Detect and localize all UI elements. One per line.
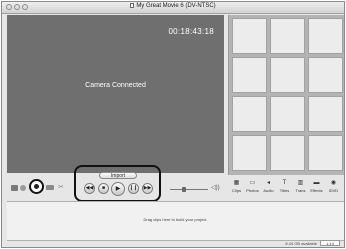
import-button[interactable]: Import	[99, 172, 137, 179]
transitions-button[interactable]: ▥ Trans	[293, 178, 308, 197]
camera-icon	[34, 184, 39, 189]
effects-button[interactable]: ▬ Effects	[309, 178, 324, 197]
clip-slot[interactable]	[270, 57, 305, 93]
clip-slot[interactable]	[232, 57, 267, 93]
clip-slot[interactable]	[232, 18, 267, 54]
clip-slot[interactable]	[232, 135, 267, 171]
volume-slider[interactable]	[170, 189, 208, 190]
imovie-window: My Great Movie 6 (DV-NTSC) 00:18:43:18 C…	[1, 1, 345, 248]
clip-slot[interactable]	[270, 96, 305, 132]
clip-slot[interactable]	[308, 18, 343, 54]
titles-button[interactable]: T Titles	[277, 178, 292, 197]
timecode-display: 00:18:43:18	[168, 27, 214, 36]
status-bar: 8.44 GB available 1:14	[2, 240, 344, 247]
volume-knob[interactable]	[182, 187, 186, 192]
transport-controls: ◀◀ ■ ▶ ❙❙ ▶▶	[82, 182, 154, 197]
rewind-button[interactable]: ◀◀	[84, 183, 95, 194]
clips-button[interactable]: ▦ Clips	[229, 178, 244, 197]
control-bar: ✂ Import ◀◀ ■ ▶ ❙❙ ▶▶ ◁))	[7, 165, 224, 202]
clip-slot[interactable]	[308, 57, 343, 93]
effects-icon: ▬	[313, 180, 320, 186]
total-time: 1:14	[320, 240, 340, 246]
title-bar: My Great Movie 6 (DV-NTSC)	[2, 2, 344, 14]
clip-viewer[interactable]: Drag clips here to build your project.	[7, 201, 344, 241]
idvd-button[interactable]: ◉ iDVD	[326, 178, 341, 197]
clips-icon: ▦	[233, 180, 240, 186]
camera-mode-switch[interactable]	[29, 179, 44, 194]
speaker-icon: ◁))	[211, 185, 220, 191]
timeline-hint: Drag clips here to build your project.	[143, 217, 208, 222]
play-button[interactable]: ▶	[111, 182, 125, 196]
disk-space-label: 8.44 GB available	[285, 241, 317, 246]
fast-forward-button[interactable]: ▶▶	[142, 183, 153, 194]
scissors-icon: ✂	[58, 184, 64, 191]
idvd-icon: ◉	[330, 180, 337, 186]
clips-pane	[228, 15, 344, 175]
audio-icon: ◂	[266, 180, 270, 186]
clip-slot[interactable]	[308, 96, 343, 132]
timeline-view-toggle[interactable]	[20, 185, 26, 191]
stop-button[interactable]: ■	[98, 183, 109, 194]
photos-button[interactable]: ▭ Photos	[245, 178, 260, 197]
clip-slot[interactable]	[270, 18, 305, 54]
edit-mode-switch[interactable]	[46, 185, 54, 190]
video-monitor: 00:18:43:18 Camera Connected	[7, 15, 224, 173]
document-icon	[130, 3, 135, 8]
clip-slot[interactable]	[232, 96, 267, 132]
transitions-icon: ▥	[297, 180, 304, 186]
window-title: My Great Movie 6 (DV-NTSC)	[2, 3, 344, 9]
panel-buttons: ▦ Clips ▭ Photos ◂ Audio T Titles ▥ Trans ▬ Ef…	[228, 178, 344, 197]
clip-view-toggle[interactable]	[11, 185, 18, 191]
camera-status: Camera Connected	[85, 82, 146, 89]
clip-slot[interactable]	[308, 135, 343, 171]
photos-icon: ▭	[249, 180, 256, 186]
audio-button[interactable]: ◂ Audio	[261, 178, 276, 197]
clip-slot[interactable]	[270, 135, 305, 171]
pause-button[interactable]: ❙❙	[128, 183, 139, 194]
titles-icon: T	[282, 180, 287, 186]
